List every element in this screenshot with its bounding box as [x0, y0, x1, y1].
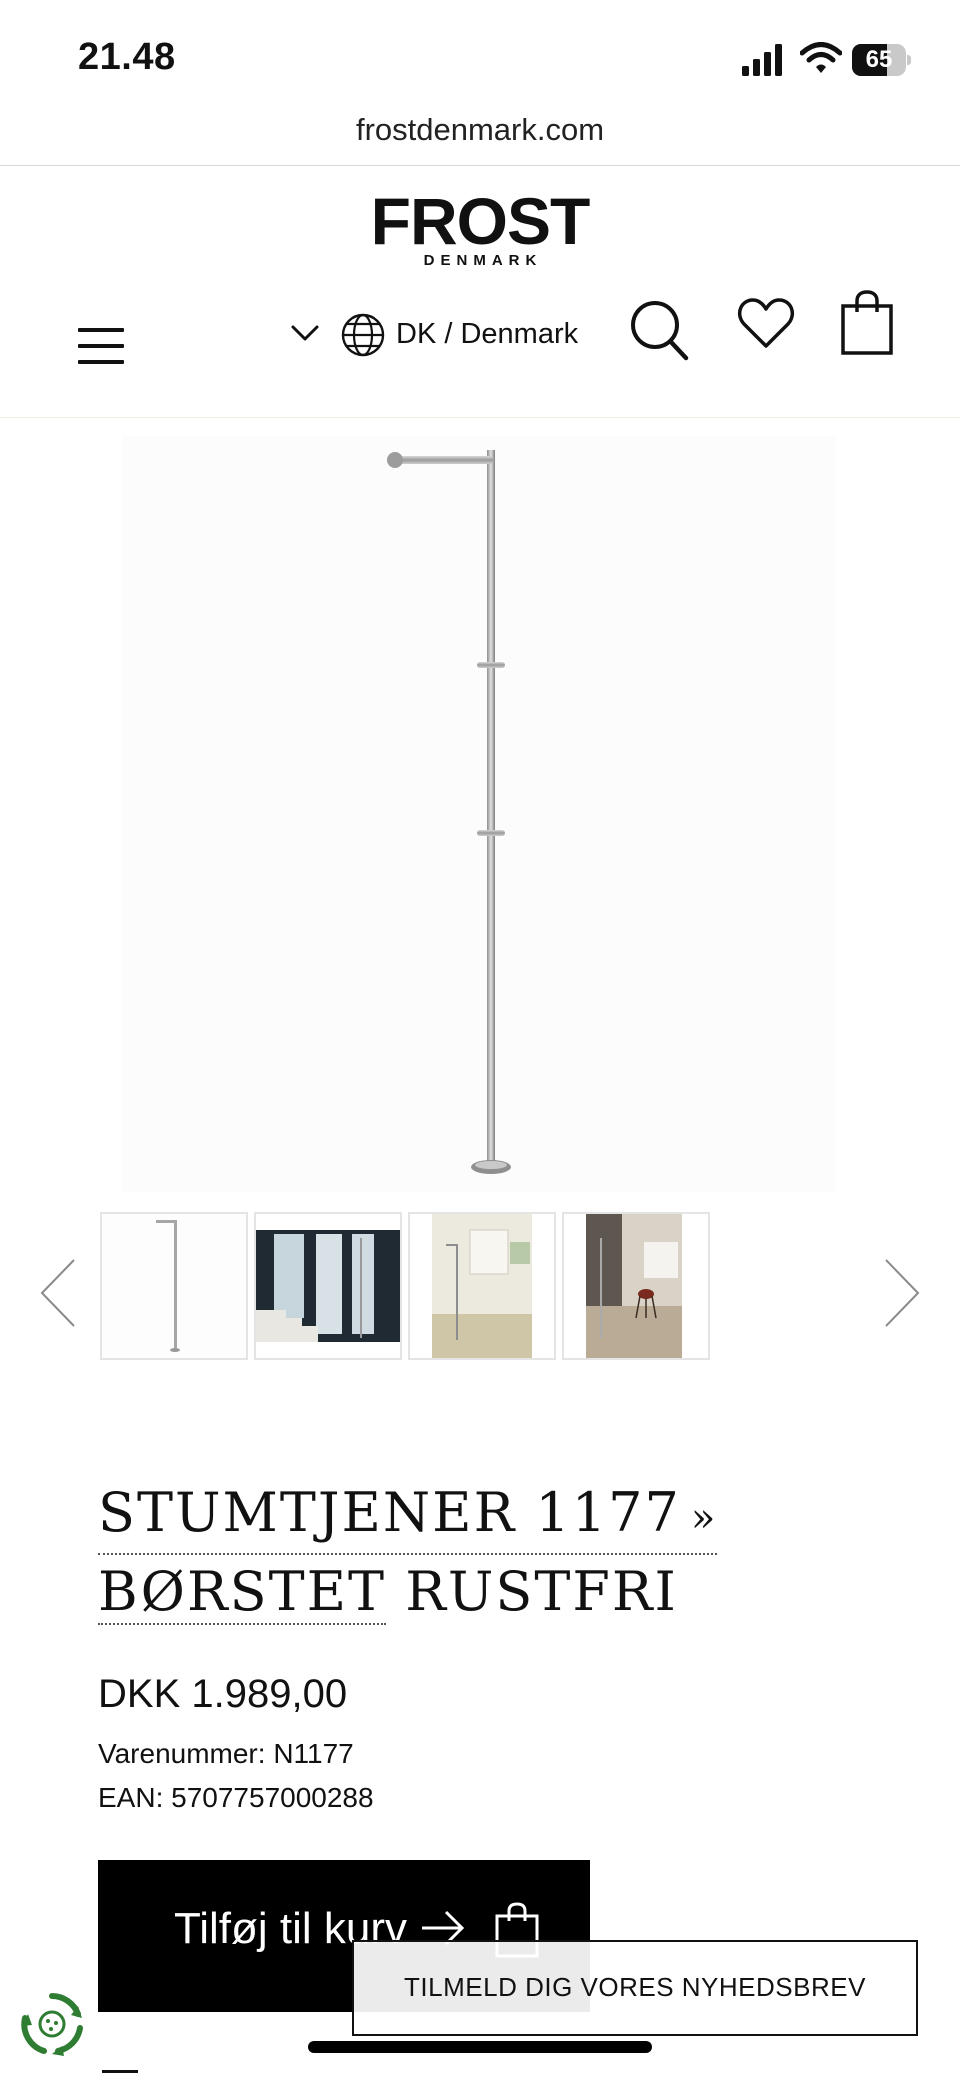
product-price: DKK 1.989,00 — [98, 1672, 348, 1716]
title-line-2-rest: RUSTFRI — [405, 1560, 678, 1623]
thumbnail-3[interactable] — [408, 1212, 556, 1360]
globe-icon — [341, 313, 385, 357]
title-line-2-underlined: BØRSTET — [98, 1560, 387, 1625]
url-bar[interactable]: frostdenmark.com — [0, 108, 960, 166]
site-header: FROST DENMARK DK / Denmark — [0, 166, 960, 418]
product-ean: EAN: 5707757000288 — [98, 1782, 374, 1813]
thumbnail-2[interactable] — [254, 1212, 402, 1360]
heart-icon[interactable] — [736, 296, 796, 352]
chevron-left-icon[interactable] — [36, 1256, 80, 1330]
thumbnail-1[interactable] — [100, 1212, 248, 1360]
logo-sub: DENMARK — [423, 252, 543, 269]
shopping-bag-icon[interactable] — [840, 290, 894, 356]
status-bar: 21.48 65 — [0, 0, 960, 108]
thumbnail-4-image — [564, 1214, 708, 1358]
thumbnail-2-image — [256, 1214, 400, 1358]
product-main-image[interactable] — [122, 436, 836, 1192]
thumbnail-1-image — [102, 1214, 246, 1358]
title-line-2: BØRSTET RUSTFRI — [98, 1557, 678, 1627]
coat-stand-illustration — [387, 450, 511, 1174]
chevron-right-icon[interactable] — [880, 1256, 924, 1330]
country-selector[interactable]: DK / Denmark — [396, 318, 578, 351]
home-indicator — [308, 2041, 652, 2053]
title-line-1: STUMTJENER 1177» — [98, 1478, 718, 1555]
product-title[interactable]: STUMTJENER 1177» BØRSTET RUSTFRI — [98, 1478, 798, 1627]
signal-icon — [742, 44, 782, 76]
cookie-settings-icon[interactable] — [16, 1988, 88, 2060]
thumbnail-3-image — [410, 1214, 554, 1358]
title-arrow-icon: » — [690, 1495, 718, 1541]
logo[interactable]: FROST DENMARK — [0, 184, 960, 269]
url-text[interactable]: frostdenmark.com — [0, 112, 960, 148]
wifi-icon — [800, 42, 842, 73]
search-icon[interactable] — [628, 298, 690, 362]
menu-icon[interactable] — [78, 326, 124, 366]
thumbnail-4[interactable] — [562, 1212, 710, 1360]
partial-checkbox[interactable] — [102, 2070, 138, 2078]
status-time: 21.48 — [78, 36, 176, 78]
newsletter-label: TILMELD DIG VORES NYHEDSBREV — [404, 1972, 866, 2002]
battery-icon: 65 — [852, 44, 911, 76]
battery-level: 65 — [865, 46, 893, 73]
logo-main: FROST — [370, 184, 591, 258]
product-sku: Varenummer: N1177 — [98, 1738, 354, 1769]
newsletter-signup-button[interactable]: TILMELD DIG VORES NYHEDSBREV — [352, 1940, 918, 2036]
chevron-down-icon[interactable] — [288, 318, 322, 348]
title-line-1-text: STUMTJENER 1177 — [98, 1481, 681, 1544]
